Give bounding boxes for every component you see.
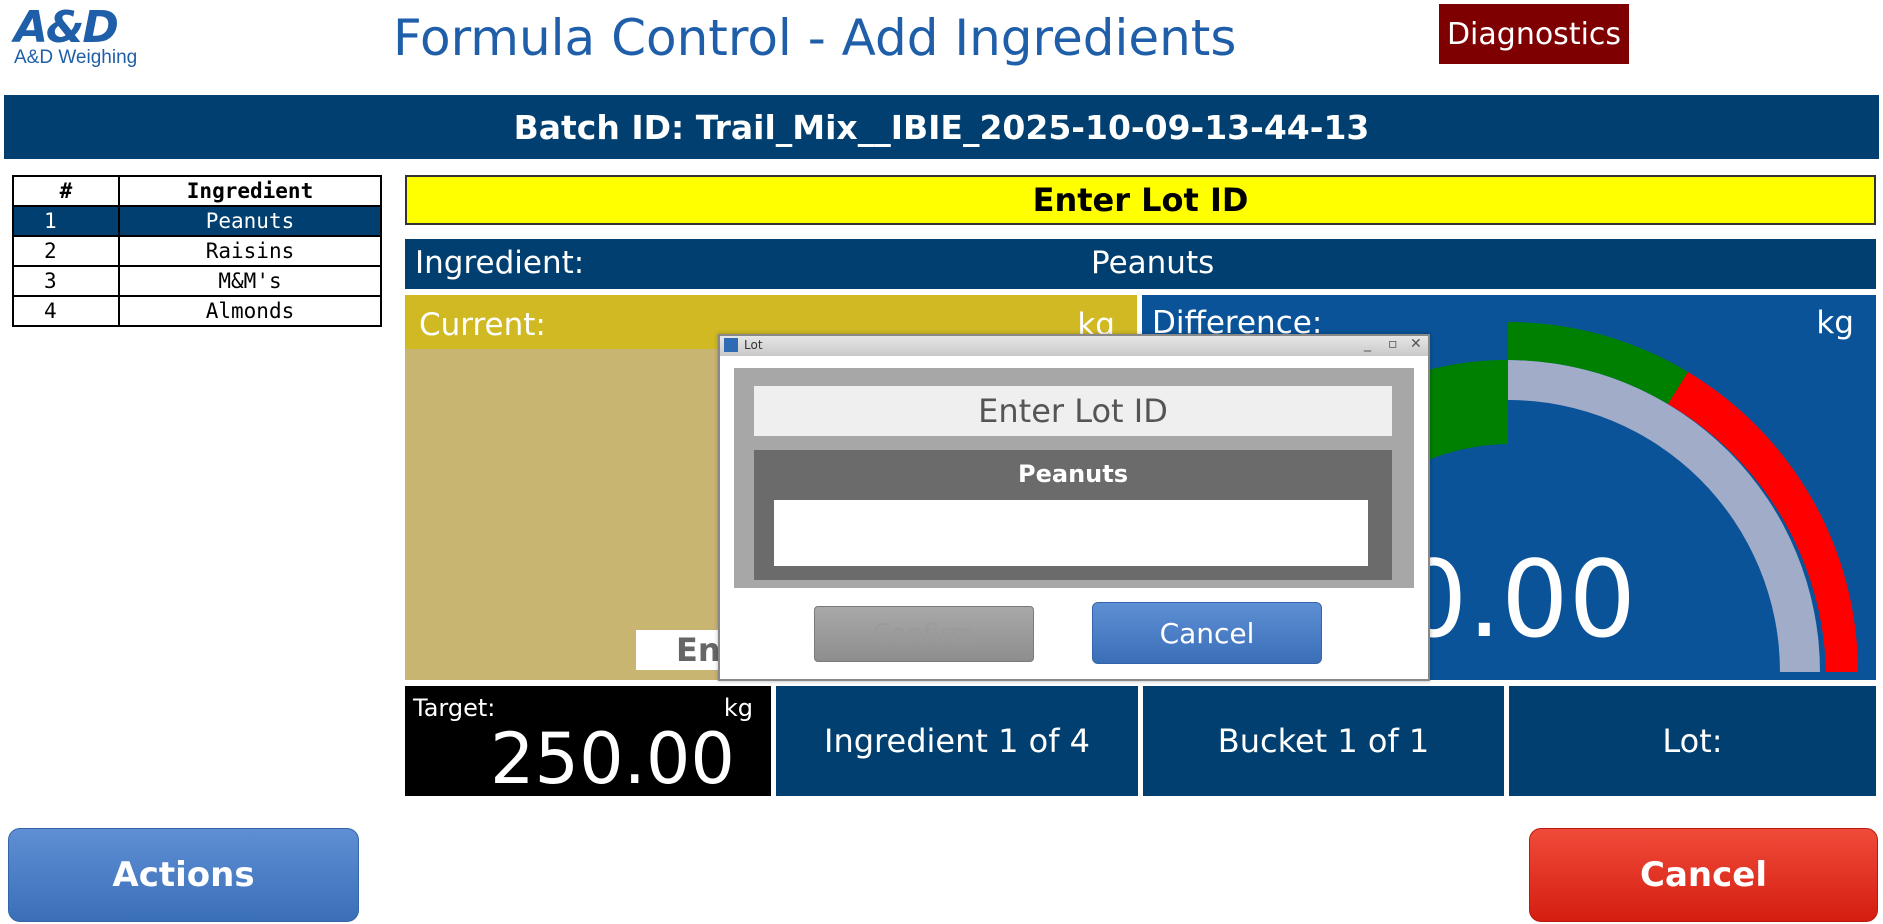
row-number: 2 <box>12 235 120 267</box>
ingredient-bar: Ingredient: Peanuts <box>405 239 1876 289</box>
table-header-row: # Ingredient <box>12 175 382 207</box>
target-box: Target: kg 250.00 <box>405 686 771 800</box>
row-ingredient: Almonds <box>118 295 382 327</box>
row-number: 4 <box>12 295 120 327</box>
lot-id-input[interactable] <box>774 500 1368 566</box>
ingredient-progress: Ingredient 1 of 4 <box>776 686 1138 796</box>
row-number: 3 <box>12 265 120 297</box>
current-label: Current: <box>419 307 546 343</box>
minimize-icon[interactable]: _ <box>1364 336 1371 352</box>
dialog-cancel-button[interactable]: Cancel <box>1092 602 1322 664</box>
table-row[interactable]: 3 M&M's <box>12 265 382 297</box>
dialog-ingredient-name: Peanuts <box>1018 460 1128 488</box>
ingredient-table: # Ingredient 1 Peanuts 2 Raisins 3 M&M's… <box>12 175 382 327</box>
page-title: Formula Control - Add Ingredients <box>393 9 1237 67</box>
column-header-ingredient: Ingredient <box>118 175 382 207</box>
dialog-input-area: Peanuts <box>754 450 1392 580</box>
difference-value: 0.00 <box>1400 538 1637 661</box>
target-value: 250.00 <box>490 718 735 800</box>
dialog-title: Enter Lot ID <box>754 386 1392 436</box>
lot-display: Lot: <box>1509 686 1876 796</box>
maximize-icon[interactable]: ▫ <box>1388 336 1398 352</box>
dialog-frame: Enter Lot ID Peanuts <box>734 368 1414 588</box>
table-row[interactable]: 1 Peanuts <box>12 205 382 237</box>
table-row[interactable]: 2 Raisins <box>12 235 382 267</box>
cancel-button[interactable]: Cancel <box>1529 828 1878 922</box>
row-ingredient: M&M's <box>118 265 382 297</box>
row-number: 1 <box>12 205 120 237</box>
column-header-number: # <box>12 175 120 207</box>
ingredient-label: Ingredient: <box>415 245 585 281</box>
bucket-progress: Bucket 1 of 1 <box>1143 686 1504 796</box>
table-row[interactable]: 4 Almonds <box>12 295 382 327</box>
dialog-titlebar[interactable]: Lot _ ▫ ✕ <box>720 336 1428 356</box>
row-ingredient: Raisins <box>118 235 382 267</box>
logo-text: A&D Weighing <box>14 47 138 68</box>
logo-mark: A&D <box>14 2 119 53</box>
ingredient-value: Peanuts <box>1091 245 1215 281</box>
confirm-button[interactable]: Confirm <box>814 606 1034 662</box>
row-ingredient: Peanuts <box>118 205 382 237</box>
close-icon[interactable]: ✕ <box>1410 336 1422 352</box>
current-weight-value: 0. <box>178 364 356 581</box>
actions-button[interactable]: Actions <box>8 828 359 922</box>
app-icon <box>724 338 738 352</box>
lot-dialog: Lot _ ▫ ✕ Enter Lot ID Peanuts Confirm C… <box>718 334 1430 681</box>
diagnostics-button[interactable]: Diagnostics <box>1439 4 1629 64</box>
logo: A&D A&D Weighing <box>14 2 164 70</box>
prompt-bar: Enter Lot ID <box>405 175 1876 225</box>
gauge-green-fill <box>1428 359 1508 460</box>
batch-id-bar: Batch ID: Trail_Mix__IBIE_2025-10-09-13-… <box>4 95 1879 159</box>
dialog-window-title: Lot <box>744 338 763 352</box>
target-label: Target: <box>413 694 496 722</box>
